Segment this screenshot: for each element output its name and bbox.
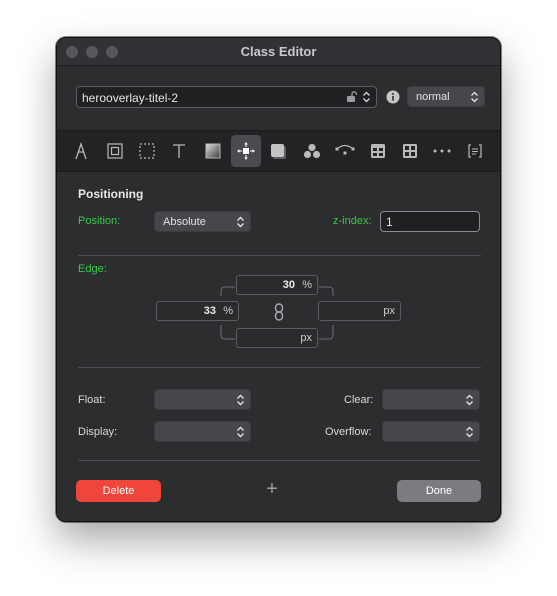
zindex-input[interactable]: 1 (380, 211, 480, 232)
tool-shadow[interactable] (263, 135, 293, 167)
chevron-updown-icon (236, 216, 245, 228)
float-label: Float: (78, 394, 106, 406)
class-name-value: herooverlay-titel-2 (82, 91, 179, 105)
edge-left-input[interactable]: 33 % (156, 301, 239, 321)
unlock-icon[interactable] (346, 91, 358, 103)
chevron-updown-icon (465, 394, 474, 406)
chevron-updown-icon (465, 426, 474, 438)
done-button[interactable]: Done (397, 480, 481, 502)
edge-label: Edge: (78, 263, 107, 275)
tool-code[interactable] (460, 135, 490, 167)
tool-positioning[interactable] (231, 135, 261, 167)
text-icon (171, 143, 187, 159)
tool-table[interactable] (363, 135, 393, 167)
chevron-updown-icon (470, 91, 479, 103)
section-divider (78, 255, 481, 256)
section-divider (78, 460, 481, 461)
edge-top-unit[interactable]: % (302, 279, 312, 291)
edge-left-unit[interactable]: % (223, 305, 233, 317)
tool-background[interactable] (198, 135, 228, 167)
state-select[interactable]: normal (407, 86, 485, 107)
section-divider (78, 367, 481, 368)
tool-text[interactable] (164, 135, 194, 167)
zindex-value: 1 (386, 215, 393, 229)
grid-icon (402, 143, 418, 159)
overflow-label: Overflow: (325, 426, 372, 438)
edge-bottom-unit[interactable]: px (300, 332, 312, 344)
position-value: Absolute (163, 216, 206, 228)
style-category-toolbar (57, 130, 500, 172)
chevron-updown-icon (236, 394, 245, 406)
edge-left-value: 33 (203, 305, 216, 317)
overflow-select[interactable] (382, 421, 480, 442)
positioning-icon (236, 141, 256, 161)
edge-right-input[interactable]: px (318, 301, 401, 321)
tool-grid[interactable] (395, 135, 425, 167)
float-select[interactable] (154, 389, 251, 410)
clear-label: Clear: (344, 394, 374, 406)
edge-right-unit[interactable]: px (383, 305, 395, 317)
position-label: Position: (78, 215, 121, 227)
class-editor-window: Class Editor herooverlay-titel-2 normal (56, 37, 501, 522)
effects-icon (303, 143, 321, 159)
clear-select[interactable] (382, 389, 480, 410)
table-icon (370, 143, 386, 159)
box-icon (107, 143, 123, 159)
edge-bottom-input[interactable]: px (236, 328, 318, 348)
border-dashed-icon (139, 143, 155, 159)
edge-top-value: 30 (282, 279, 295, 291)
add-button[interactable]: + (263, 478, 281, 500)
tool-more[interactable] (427, 135, 457, 167)
shadow-icon (270, 143, 287, 160)
info-icon[interactable] (386, 90, 400, 104)
position-select[interactable]: Absolute (154, 211, 251, 232)
transform-icon (335, 144, 355, 158)
tool-box[interactable] (100, 135, 130, 167)
class-name-field[interactable]: herooverlay-titel-2 (76, 86, 377, 108)
state-value: normal (416, 91, 450, 103)
title-bar: Class Editor (57, 38, 500, 66)
typography-icon (73, 142, 89, 160)
tool-border[interactable] (132, 135, 162, 167)
tool-transform[interactable] (330, 135, 360, 167)
positioning-section-title: Positioning (78, 187, 144, 201)
window-title: Class Editor (240, 44, 317, 59)
more-icon (433, 149, 451, 153)
display-label: Display: (78, 426, 118, 438)
background-gradient-icon (205, 143, 221, 159)
tool-effects[interactable] (297, 135, 327, 167)
zindex-label: z-index: (333, 215, 372, 227)
link-chain-icon[interactable] (273, 303, 285, 321)
tool-typography[interactable] (66, 135, 96, 167)
display-select[interactable] (154, 421, 251, 442)
edge-top-input[interactable]: 30 % (236, 275, 318, 295)
chevron-updown-icon[interactable] (362, 91, 371, 103)
code-icon (467, 144, 483, 158)
delete-button[interactable]: Delete (76, 480, 161, 502)
chevron-updown-icon (236, 426, 245, 438)
